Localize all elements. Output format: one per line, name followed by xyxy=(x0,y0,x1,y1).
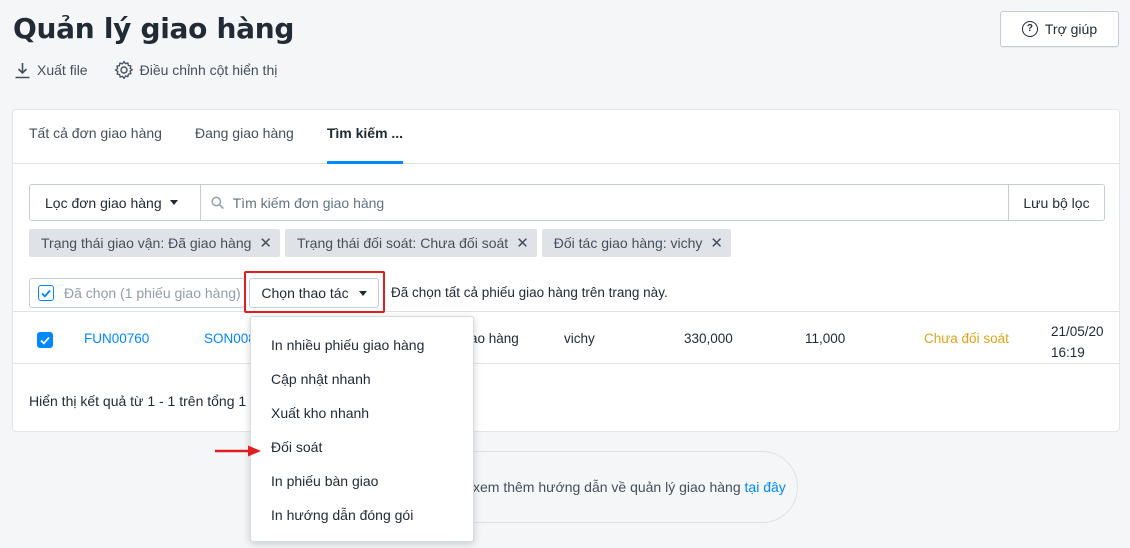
download-icon xyxy=(15,62,30,78)
filter-tag: Trạng thái đối soát: Chưa đối soát ✕ xyxy=(284,229,537,257)
reconcile-status-cell: Chưa đối soát xyxy=(924,331,1009,346)
order-code-link[interactable]: SON008 xyxy=(204,331,256,346)
select-all-notice: Đã chọn tất cả phiếu giao hàng trên tran… xyxy=(391,285,668,300)
filter-shipments-dropdown[interactable]: Lọc đơn giao hàng xyxy=(30,185,201,220)
selected-count-box: Đã chọn (1 phiếu giao hàng) xyxy=(29,278,245,308)
caret-down-icon xyxy=(358,290,367,296)
check-icon xyxy=(40,336,50,345)
tab-search[interactable]: Tìm kiếm ... xyxy=(326,110,404,164)
selected-count-label: Đã chọn (1 phiếu giao hàng) xyxy=(64,285,241,301)
amount-cell: 330,000 xyxy=(684,331,733,346)
close-icon[interactable]: ✕ xyxy=(516,236,529,251)
select-all-checkbox[interactable] xyxy=(38,285,54,301)
help-hint: xem thêm hướng dẫn về quản lý giao hàng … xyxy=(440,451,798,523)
active-filters: Trạng thái giao vận: Đã giao hàng ✕ Trạn… xyxy=(29,229,731,257)
export-file-label: Xuất file xyxy=(37,62,88,78)
help-button[interactable]: ? Trợ giúp xyxy=(1000,11,1119,47)
results-summary: Hiển thị kết quả từ 1 - 1 trên tổng 1 xyxy=(29,393,247,409)
search-row: Lọc đơn giao hàng Lưu bộ lọc xyxy=(29,184,1105,221)
search-icon xyxy=(211,196,224,209)
choose-action-label: Chọn thao tác xyxy=(261,285,349,301)
filter-tag-label: Trạng thái giao vận: Đã giao hàng xyxy=(41,235,252,251)
menu-item-print-packing-guide[interactable]: In hướng dẫn đóng gói xyxy=(251,498,473,532)
partner-cell: vichy xyxy=(564,331,595,346)
menu-item-print-handover[interactable]: In phiếu bàn giao xyxy=(251,464,473,498)
delivery-status-cell: ao hàng xyxy=(470,331,519,346)
hint-link[interactable]: tại đây xyxy=(745,479,786,495)
date-cell: 21/05/20 16:19 xyxy=(1051,321,1104,363)
shipments-card: Tất cả đơn giao hàng Đang giao hàng Tìm … xyxy=(12,109,1120,432)
table-row[interactable]: FUN00760 SON008 ao hàng vichy 330,000 11… xyxy=(13,311,1119,364)
tab-bar: Tất cả đơn giao hàng Đang giao hàng Tìm … xyxy=(13,110,1119,164)
tab-all-shipments[interactable]: Tất cả đơn giao hàng xyxy=(29,110,162,164)
caret-down-icon xyxy=(169,200,178,205)
choose-action-button[interactable]: Chọn thao tác xyxy=(249,278,379,308)
menu-item-quick-export[interactable]: Xuất kho nhanh xyxy=(251,396,473,430)
close-icon[interactable]: ✕ xyxy=(710,236,723,251)
help-label: Trợ giúp xyxy=(1044,21,1098,37)
search-input[interactable] xyxy=(232,194,1008,211)
page-actions: Xuất file Điều chỉnh cột hiển thị xyxy=(14,60,277,80)
filter-tag-label: Trạng thái đối soát: Chưa đối soát xyxy=(296,235,509,251)
filter-tag-label: Đối tác giao hàng: vichy xyxy=(553,235,703,251)
filter-tag: Trạng thái giao vận: Đã giao hàng ✕ xyxy=(29,229,280,257)
page-title: Quản lý giao hàng xyxy=(13,12,295,45)
filter-tag: Đối tác giao hàng: vichy ✕ xyxy=(541,229,731,257)
bulk-actions-row: Đã chọn (1 phiếu giao hàng) Chọn thao tá… xyxy=(29,271,1109,313)
filter-label: Lọc đơn giao hàng xyxy=(45,194,162,211)
shipment-code-link[interactable]: FUN00760 xyxy=(84,331,149,346)
adjust-columns-label: Điều chỉnh cột hiển thị xyxy=(139,62,278,78)
check-icon xyxy=(41,289,51,298)
close-icon[interactable]: ✕ xyxy=(259,236,272,251)
search-box xyxy=(201,185,1008,220)
pointer-arrow-icon xyxy=(215,445,261,457)
fee-cell: 11,000 xyxy=(805,331,846,346)
save-filter-button[interactable]: Lưu bộ lọc xyxy=(1008,185,1104,220)
tab-in-delivery[interactable]: Đang giao hàng xyxy=(195,110,294,164)
time-value: 16:19 xyxy=(1051,345,1085,360)
hint-text: xem thêm hướng dẫn về quản lý giao hàng xyxy=(473,479,741,495)
menu-item-print-multiple[interactable]: In nhiều phiếu giao hàng xyxy=(251,328,473,362)
adjust-columns-button[interactable]: Điều chỉnh cột hiển thị xyxy=(114,60,278,80)
menu-item-reconcile[interactable]: Đối soát xyxy=(251,430,473,464)
export-file-button[interactable]: Xuất file xyxy=(14,62,88,79)
row-checkbox[interactable] xyxy=(37,332,53,348)
question-icon: ? xyxy=(1021,21,1038,37)
date-value: 21/05/20 xyxy=(1051,324,1104,339)
menu-item-quick-update[interactable]: Cập nhật nhanh xyxy=(251,362,473,396)
action-dropdown-menu: In nhiều phiếu giao hàng Cập nhật nhanh … xyxy=(250,316,474,542)
gear-icon xyxy=(114,60,133,80)
